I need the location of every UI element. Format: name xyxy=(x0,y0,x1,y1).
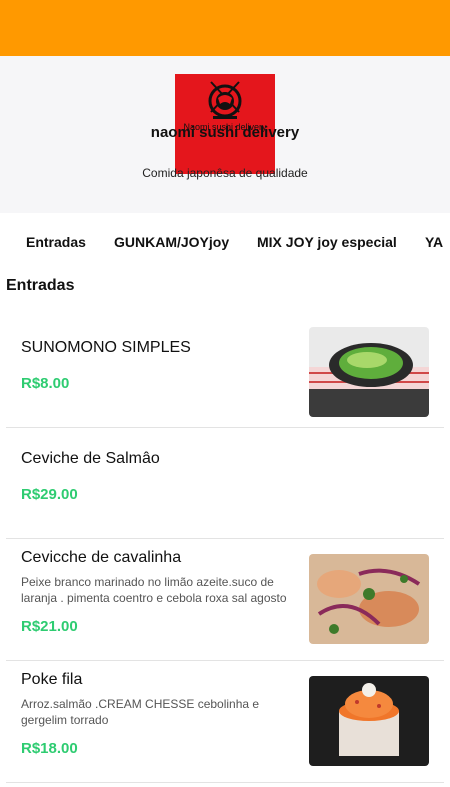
item-name: Cevicche de cavalinha xyxy=(21,549,182,566)
tab-mix-joy-especial[interactable]: MIX JOY joy especial xyxy=(257,234,397,250)
item-price: R$29.00 xyxy=(21,486,78,503)
item-name: Ceviche de Salmâo xyxy=(21,450,160,467)
top-bar xyxy=(0,0,450,56)
item-photo xyxy=(309,676,429,766)
section-title: Entradas xyxy=(6,277,75,294)
menu-item[interactable]: Poke fila Arroz.salmão .CREAM CHESSE ceb… xyxy=(6,661,444,783)
item-photo xyxy=(309,554,429,644)
tab-gunkam-joyjoy[interactable]: GUNKAM/JOYjoy xyxy=(114,234,229,250)
item-name: SUNOMONO SIMPLES xyxy=(21,339,191,356)
tab-entradas[interactable]: Entradas xyxy=(26,234,86,250)
menu-item[interactable]: Cevicche de cavalinha Peixe branco marin… xyxy=(6,539,444,661)
menu-item[interactable]: SUNOMONO SIMPLES R$8.00 xyxy=(6,317,444,428)
store-tagline: Comida japonêsa de qualidade xyxy=(142,166,308,180)
item-description: Arroz.salmão .CREAM CHESSE cebolinha e g… xyxy=(21,697,260,727)
category-tabs: Entradas GUNKAM/JOYjoy MIX JOY joy espec… xyxy=(0,213,450,271)
store-name: naomi sushi delivery xyxy=(150,124,300,141)
sushi-logo-icon xyxy=(208,81,242,119)
item-price: R$8.00 xyxy=(21,375,70,392)
item-description: Peixe branco marinado no limão azeite.su… xyxy=(21,575,287,605)
item-name: Poke fila xyxy=(21,671,83,688)
tab-ya[interactable]: YA xyxy=(425,234,443,250)
menu-item[interactable]: Ceviche de Salmâo R$29.00 xyxy=(6,428,444,539)
item-photo xyxy=(309,327,429,417)
item-price: R$18.00 xyxy=(21,740,78,757)
item-price: R$21.00 xyxy=(21,618,78,635)
store-header: Naomi sushi delivery naomi sushi deliver… xyxy=(0,56,450,213)
